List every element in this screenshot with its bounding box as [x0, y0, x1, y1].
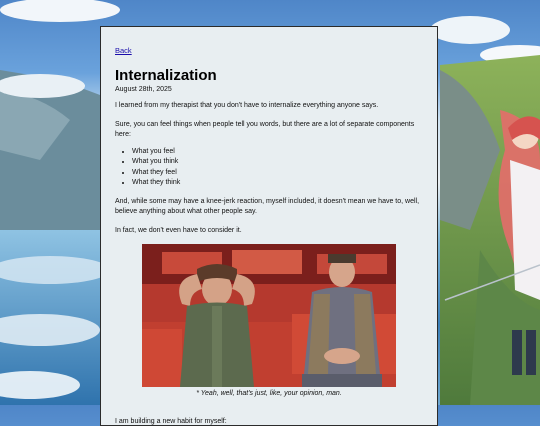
post-paragraph: And, while some may have a knee-jerk rea…: [115, 197, 420, 216]
post-image-figure: * Yeah, well, that's just, like, your op…: [115, 244, 423, 397]
post-date: August 28th, 2025: [115, 86, 172, 93]
post-title: Internalization: [115, 67, 217, 84]
components-list: What you feel What you think What they f…: [115, 147, 423, 189]
post-paragraph: I am building a new habit for myself:: [115, 418, 227, 425]
list-item: What you think: [132, 157, 423, 168]
post-paragraph: In fact, we don't even have to consider …: [115, 226, 242, 234]
image-caption: * Yeah, well, that's just, like, your op…: [196, 390, 342, 397]
post-panel: Back Internalization August 28th, 2025 I…: [100, 26, 438, 426]
post-image: [142, 244, 396, 387]
post-paragraph: Sure, you can feel things when people te…: [115, 120, 415, 139]
list-item: What they think: [132, 178, 423, 189]
list-item: What you feel: [132, 147, 423, 158]
back-link[interactable]: Back: [115, 46, 132, 55]
list-item: What they feel: [132, 168, 423, 179]
movie-still-illustration: [142, 244, 396, 387]
post-paragraph: I learned from my therapist that you don…: [115, 102, 379, 109]
